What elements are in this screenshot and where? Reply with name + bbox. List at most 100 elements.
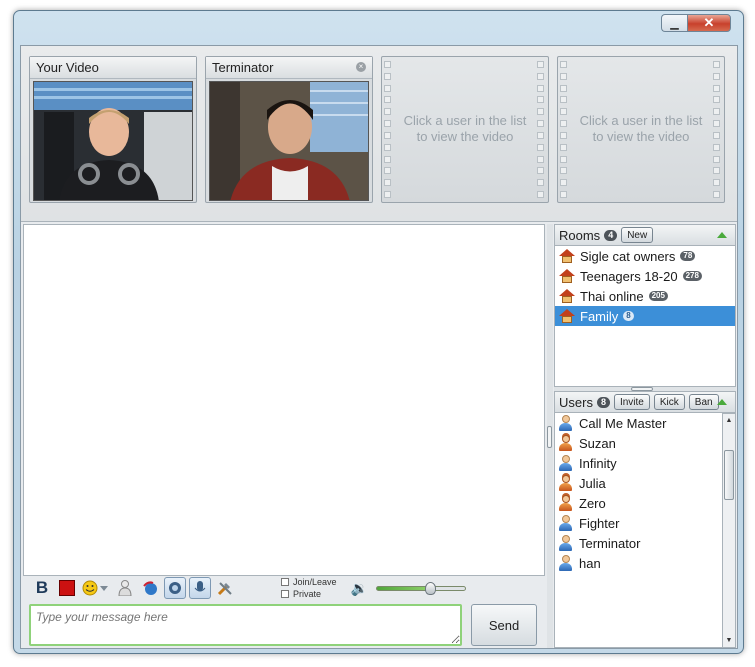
- user-item[interactable]: Terminator: [555, 533, 722, 553]
- scroll-down-icon[interactable]: ▼: [723, 634, 735, 647]
- your-video-panel[interactable]: Your Video: [29, 56, 197, 203]
- checkbox-icon: [281, 590, 289, 598]
- window-frame: ▁ ✕ Your Video Terminator × Click a user…: [13, 10, 744, 654]
- tools-icon: [217, 582, 232, 596]
- users-header: Users 8 Invite Kick Ban: [554, 391, 736, 413]
- empty-video-slot-2[interactable]: Click a user in the list to view the vid…: [557, 56, 725, 203]
- join-leave-checkbox[interactable]: Join/Leave: [281, 576, 337, 588]
- female-user-icon: [559, 435, 572, 451]
- client-area: Your Video Terminator × Click a user in …: [20, 45, 738, 649]
- minimize-icon: ▁: [670, 17, 679, 30]
- male-user-icon: [559, 555, 572, 571]
- close-button[interactable]: ✕: [687, 14, 731, 32]
- scroll-up-icon[interactable]: ▲: [723, 414, 735, 427]
- your-video-feed: [33, 81, 193, 201]
- user-icon: [118, 580, 132, 596]
- user-name: Zero: [579, 495, 606, 511]
- user-item[interactable]: Call Me Master: [555, 413, 722, 433]
- users-count-badge: 8: [596, 396, 610, 408]
- room-item[interactable]: Thai online 205: [555, 286, 735, 306]
- video-title: Your Video: [30, 57, 196, 79]
- users-scrollbar[interactable]: ▲ ▼: [722, 413, 736, 648]
- share-button[interactable]: [139, 577, 161, 599]
- collapse-rooms-icon[interactable]: [717, 232, 727, 238]
- minimize-button[interactable]: ▁: [661, 14, 687, 32]
- private-checkbox[interactable]: Private: [281, 588, 337, 600]
- user-item[interactable]: Suzan: [555, 433, 722, 453]
- empty-video-hint: Click a user in the list to view the vid…: [403, 113, 527, 144]
- room-name: Teenagers 18-20: [580, 268, 678, 284]
- female-user-icon: [559, 495, 572, 511]
- scrollbar-thumb[interactable]: [724, 450, 734, 500]
- new-room-button[interactable]: New: [621, 227, 654, 243]
- room-user-count: 8: [623, 311, 634, 321]
- smiley-icon: [82, 580, 108, 596]
- terminator-video-feed: [209, 81, 369, 201]
- room-house-icon: [559, 248, 575, 264]
- close-icon: ✕: [703, 15, 715, 30]
- terminator-video-panel[interactable]: Terminator ×: [205, 56, 373, 203]
- empty-video-hint: Click a user in the list to view the vid…: [579, 113, 703, 144]
- speaker-icon[interactable]: 🔉: [351, 580, 368, 597]
- video-title: Terminator: [206, 57, 372, 79]
- invite-button[interactable]: Invite: [613, 394, 650, 410]
- splitter-grip-icon[interactable]: [547, 426, 552, 448]
- room-user-count: 78: [680, 251, 696, 261]
- room-name: Sigle cat owners: [580, 248, 676, 264]
- chat-log[interactable]: [23, 224, 545, 576]
- female-user-icon: [559, 475, 572, 491]
- user-name: Terminator: [579, 535, 641, 551]
- rooms-title: Rooms: [559, 227, 601, 243]
- room-item[interactable]: Sigle cat owners 78: [555, 246, 735, 266]
- text-color-button[interactable]: [56, 577, 78, 599]
- user-item[interactable]: Infinity: [555, 453, 722, 473]
- users-title: Users: [559, 394, 593, 410]
- male-user-icon: [559, 535, 572, 551]
- user-item[interactable]: han: [555, 553, 722, 573]
- message-toolbar: B Join/Leave Private 🔉: [23, 576, 545, 600]
- user-name: Infinity: [579, 455, 617, 471]
- rooms-count-badge: 4: [604, 229, 618, 241]
- volume-slider-thumb[interactable]: [424, 581, 436, 595]
- settings-button[interactable]: [214, 577, 236, 599]
- color-swatch-icon: [59, 580, 75, 596]
- male-user-icon: [559, 515, 572, 531]
- user-name: Julia: [579, 475, 606, 491]
- user-name: Suzan: [579, 435, 616, 451]
- bold-button[interactable]: B: [31, 577, 53, 599]
- user-name: han: [579, 555, 601, 571]
- volume-slider[interactable]: [375, 581, 466, 595]
- user-item[interactable]: Julia: [555, 473, 722, 493]
- empty-video-slot-1[interactable]: Click a user in the list to view the vid…: [381, 56, 549, 203]
- title-bar: ▁ ✕: [14, 11, 743, 47]
- share-icon: [143, 581, 157, 595]
- room-item[interactable]: Family 8: [555, 306, 735, 326]
- chat-window: ▁ ✕ Your Video Terminator × Click a user…: [0, 0, 755, 667]
- webcam-toggle[interactable]: [164, 577, 186, 599]
- room-house-icon: [559, 288, 575, 304]
- kick-button[interactable]: Kick: [653, 394, 685, 410]
- rooms-header: Rooms 4 New: [554, 224, 736, 246]
- room-item[interactable]: Teenagers 18-20 278: [555, 266, 735, 286]
- send-button[interactable]: Send: [471, 604, 537, 646]
- user-item[interactable]: Zero: [555, 493, 722, 513]
- room-house-icon: [559, 308, 575, 324]
- room-house-icon: [559, 268, 575, 284]
- user-item[interactable]: Fighter: [555, 513, 722, 533]
- users-list: Call Me Master Suzan Infinity Julia Zero Figh…: [554, 413, 722, 648]
- vertical-splitter[interactable]: [547, 224, 553, 648]
- ban-button[interactable]: Ban: [688, 394, 719, 410]
- male-user-icon: [559, 455, 572, 471]
- microphone-toggle[interactable]: [189, 577, 211, 599]
- collapse-users-icon[interactable]: [717, 399, 727, 405]
- emoticon-button[interactable]: [81, 577, 111, 599]
- user-name: Fighter: [579, 515, 620, 531]
- microphone-icon: [194, 581, 206, 592]
- user-info-button[interactable]: [114, 577, 136, 599]
- webcam-icon: [169, 582, 181, 594]
- close-video-icon[interactable]: ×: [356, 62, 366, 72]
- video-strip: Your Video Terminator × Click a user in …: [21, 46, 737, 222]
- user-name: Call Me Master: [579, 415, 667, 431]
- room-user-count: 205: [648, 291, 668, 301]
- message-input[interactable]: [29, 604, 462, 646]
